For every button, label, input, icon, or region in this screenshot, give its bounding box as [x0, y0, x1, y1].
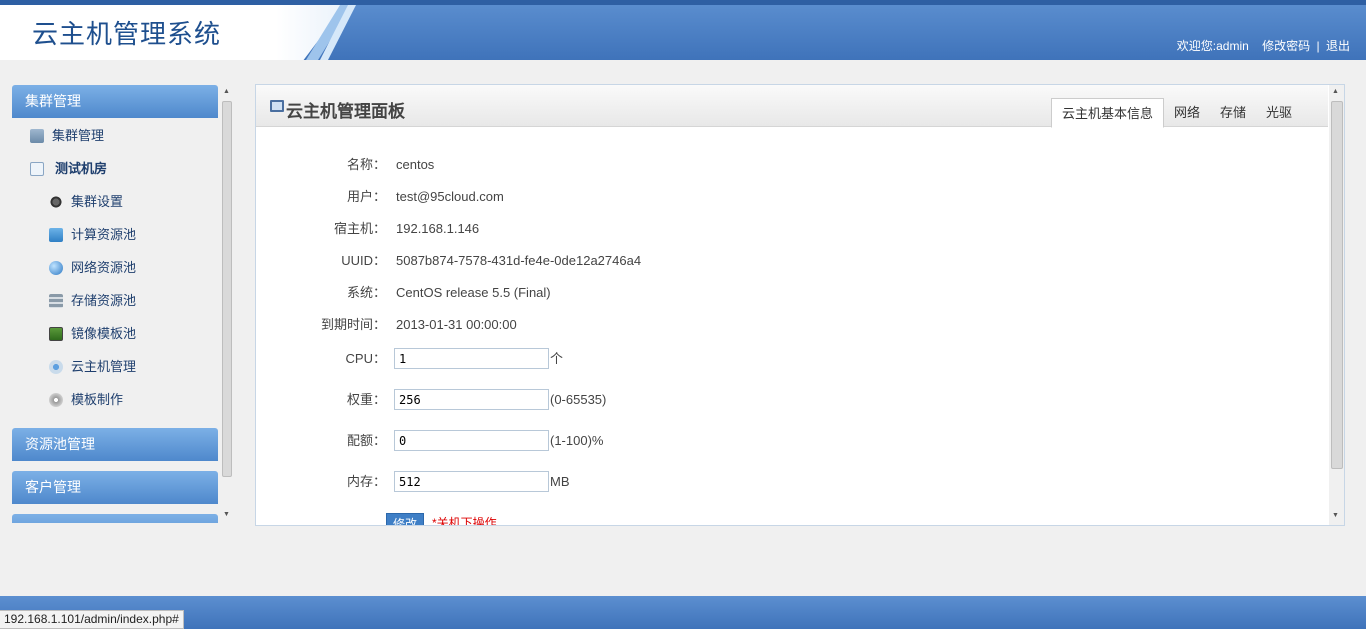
app-title: 云主机管理系统 — [32, 20, 222, 50]
scroll-up-icon[interactable]: ▲ — [1332, 88, 1339, 95]
weight-unit: (0-65535) — [550, 392, 607, 407]
action-row: 修改 *关机下操作 — [256, 513, 1056, 526]
image-icon — [49, 326, 63, 341]
top-header: 云主机管理系统 欢迎您:admin 修改密码 | 退出 — [0, 0, 1366, 60]
field-value-name: centos — [396, 157, 435, 172]
field-label: 配额： — [346, 433, 386, 448]
sidebar-item-image-pool[interactable]: 镜像模板池 — [12, 317, 218, 350]
welcome-text: 欢迎您:admin — [1176, 39, 1249, 53]
sidebar-item-label: 集群设置 — [71, 194, 124, 209]
cluster-icon — [30, 128, 44, 143]
monitor-icon — [270, 100, 284, 112]
weight-input[interactable] — [394, 389, 549, 410]
shutdown-warning: *关机下操作 — [432, 516, 497, 526]
sidebar-item-label: 存储资源池 — [71, 293, 137, 308]
field-row-memory: 内存： MB — [256, 471, 1056, 493]
field-row-user: 用户： test@95cloud.com — [256, 186, 1056, 208]
cpu-unit: 个 — [550, 351, 564, 366]
sidebar-group-cluster[interactable]: 集群管理 — [12, 85, 218, 118]
sidebar-item-cluster-settings[interactable]: 集群设置 — [12, 185, 218, 218]
sidebar-item-label: 测试机房 — [55, 161, 108, 176]
field-row-cpu: CPU： 个 — [256, 348, 1056, 370]
header-top-strip — [0, 0, 1366, 5]
sidebar-item-storage-pool[interactable]: 存储资源池 — [12, 284, 218, 317]
scroll-up-icon[interactable]: ▲ — [223, 88, 230, 95]
globe-icon — [49, 260, 63, 275]
sidebar: 集群管理 集群管理 测试机房 集群设置 计算资源池 网络资源池 存储资源池 镜像… — [12, 85, 218, 523]
field-row-uuid: UUID： 5087b874-7578-431d-fe4e-0de12a2746… — [256, 250, 1056, 272]
field-value-uuid: 5087b874-7578-431d-fe4e-0de12a2746a4 — [396, 253, 642, 268]
field-value-host: 192.168.1.146 — [396, 221, 480, 236]
panel-header: 云主机管理面板 云主机基本信息 网络 存储 光驱 — [256, 85, 1328, 128]
field-value-user: test@95cloud.com — [396, 189, 504, 204]
field-label: 权重： — [346, 392, 386, 407]
field-row-quota: 配额： (1-100)% — [256, 430, 1056, 452]
field-row-weight: 权重： (0-65535) — [256, 389, 1056, 411]
storage-icon — [49, 293, 63, 308]
field-label: 内存： — [346, 474, 386, 489]
modify-button[interactable]: 修改 — [386, 513, 424, 525]
panel-tabs: 云主机基本信息 网络 存储 光驱 — [1050, 98, 1302, 128]
sidebar-group-more[interactable] — [12, 514, 218, 523]
sidebar-item-label: 网络资源池 — [71, 260, 137, 275]
tab-network[interactable]: 网络 — [1164, 98, 1210, 128]
expand-icon — [30, 161, 44, 176]
vm-icon — [49, 359, 63, 374]
sidebar-item-label: 计算资源池 — [71, 227, 137, 242]
sidebar-item-vm-management[interactable]: 云主机管理 — [12, 350, 218, 383]
field-label: 系统： — [346, 285, 386, 300]
field-row-expiry: 到期时间： 2013-01-31 00:00:00 — [256, 314, 1056, 336]
scroll-down-icon[interactable]: ▼ — [223, 511, 230, 518]
sidebar-item-template-creation[interactable]: 模板制作 — [12, 383, 218, 416]
memory-unit: MB — [550, 474, 570, 489]
logout-link[interactable]: 退出 — [1326, 39, 1350, 53]
logo-swoosh-icon — [306, 5, 356, 60]
quota-input[interactable] — [394, 430, 549, 451]
field-row-os: 系统： CentOS release 5.5 (Final) — [256, 282, 1056, 304]
sidebar-item-label: 模板制作 — [71, 392, 124, 407]
sidebar-item-test-room[interactable]: 测试机房 — [12, 152, 218, 185]
gears-icon — [49, 194, 63, 209]
sidebar-item-label: 集群管理 — [52, 128, 105, 143]
field-label: 宿主机： — [333, 221, 386, 236]
disc-icon — [49, 392, 63, 407]
field-row-name: 名称： centos — [256, 154, 1056, 176]
link-separator: | — [1316, 39, 1320, 53]
sidebar-scroll-thumb[interactable] — [222, 101, 232, 477]
field-label: 名称： — [346, 157, 386, 172]
field-label: UUID： — [341, 253, 386, 268]
sidebar-item-label: 云主机管理 — [71, 359, 137, 374]
tab-basic-info[interactable]: 云主机基本信息 — [1050, 98, 1164, 128]
sidebar-item-label: 镜像模板池 — [71, 326, 137, 341]
memory-input[interactable] — [394, 471, 549, 492]
sidebar-item-network-pool[interactable]: 网络资源池 — [12, 251, 218, 284]
change-password-link[interactable]: 修改密码 — [1262, 39, 1310, 53]
bottom-footer — [0, 596, 1366, 629]
cpu-input[interactable] — [394, 348, 549, 369]
status-url: 192.168.1.101/admin/index.php# — [0, 610, 184, 629]
tab-storage[interactable]: 存储 — [1210, 98, 1256, 128]
header-user-links: 欢迎您:admin 修改密码 | 退出 — [1177, 37, 1350, 54]
field-label: 用户： — [346, 189, 386, 204]
sidebar-group-customer[interactable]: 客户管理 — [12, 471, 218, 504]
field-value-os: CentOS release 5.5 (Final) — [396, 285, 551, 300]
folder-icon — [49, 227, 63, 242]
quota-unit: (1-100)% — [550, 433, 604, 448]
sidebar-item-cluster[interactable]: 集群管理 — [12, 119, 218, 152]
tab-cdrom[interactable]: 光驱 — [1256, 98, 1302, 128]
panel-scrollbar[interactable]: ▲ ▼ — [1329, 85, 1344, 525]
field-row-host: 宿主机： 192.168.1.146 — [256, 218, 1056, 240]
sidebar-group-resource[interactable]: 资源池管理 — [12, 428, 218, 461]
sidebar-scrollbar[interactable]: ▲ ▼ — [220, 85, 234, 523]
scroll-down-icon[interactable]: ▼ — [1332, 512, 1339, 519]
field-label: CPU： — [345, 351, 386, 366]
field-value-expiry: 2013-01-31 00:00:00 — [396, 317, 517, 332]
vm-panel: 云主机管理面板 云主机基本信息 网络 存储 光驱 名称： centos 用户： … — [255, 84, 1345, 526]
field-label: 到期时间： — [320, 317, 386, 332]
sidebar-item-compute-pool[interactable]: 计算资源池 — [12, 218, 218, 251]
panel-title: 云主机管理面板 — [286, 102, 405, 121]
panel-scroll-thumb[interactable] — [1331, 101, 1343, 469]
